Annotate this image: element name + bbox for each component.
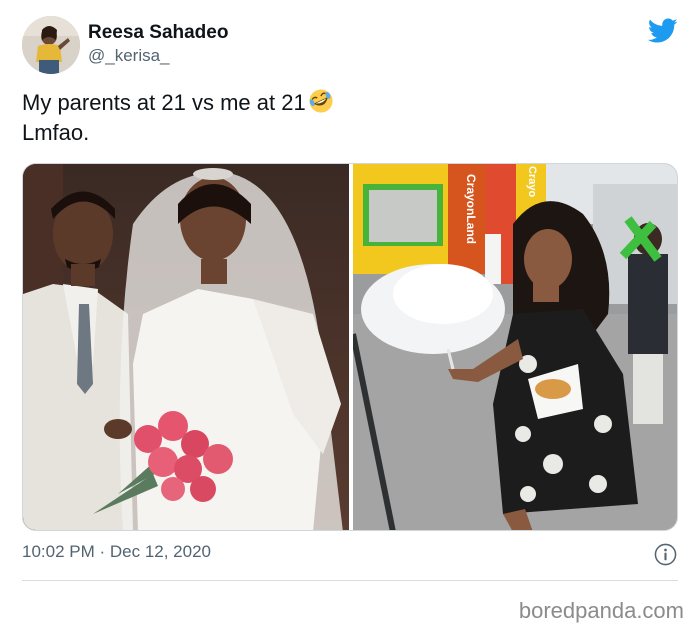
crayonland-sign: CrayonLand [464,174,478,244]
rolling-laughing-emoji-icon [309,89,333,113]
tweet-text: My parents at 21 vs me at 21 Lmfao. [22,88,334,148]
cotton-candy-photo[interactable]: CrayonLand Crayo [353,164,678,531]
avatar[interactable] [22,16,80,74]
tweet-timestamp[interactable]: 10:02 PM · Dec 12, 2020 [22,542,211,562]
twitter-bird-icon[interactable] [648,18,678,44]
tweet-text-line-2: Lmfao. [22,120,90,145]
author-name[interactable]: Reesa Sahadeo [88,22,228,44]
tweet-media[interactable]: CrayonLand Crayo [22,163,678,531]
info-icon[interactable] [654,543,677,566]
avatar-image [22,16,80,74]
tweet-text-line-1: My parents at 21 vs me at 21 [22,88,334,118]
wedding-photo[interactable] [23,164,349,531]
footer-divider [22,580,678,581]
crayon-sign-2: Crayo [526,166,538,197]
tweet-text-main: My parents at 21 vs me at 21 [22,90,306,115]
author-handle[interactable]: @_kerisa_ [88,46,170,66]
boredpanda-watermark: boredpanda.com [518,598,684,623]
tweet-card: Reesa Sahadeo @_kerisa_ My parents at 21… [0,0,700,634]
